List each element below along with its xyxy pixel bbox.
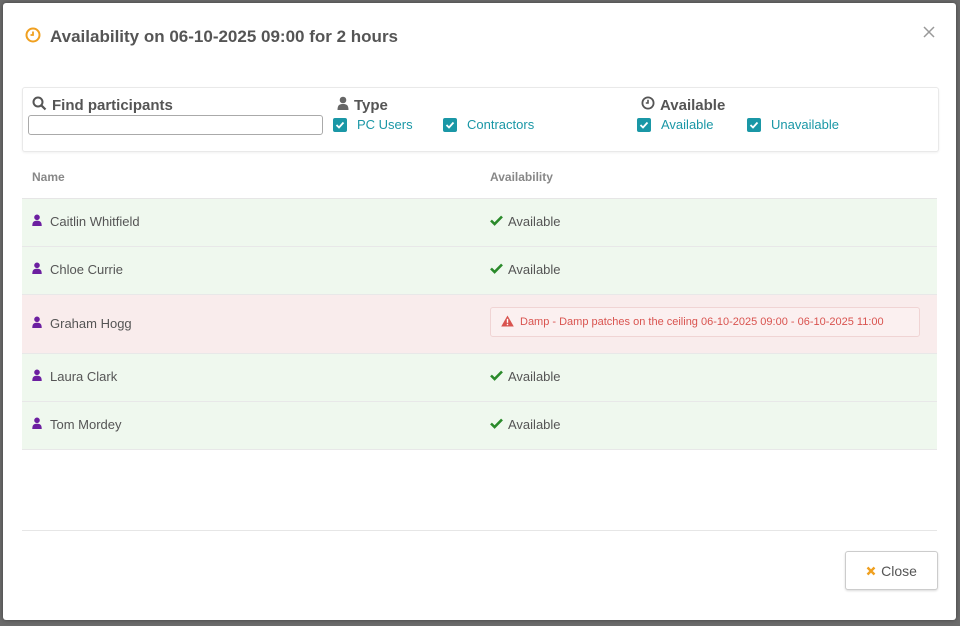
checkbox-pc-users-label: PC Users: [357, 117, 413, 132]
check-icon: [490, 214, 503, 229]
close-button-label: Close: [881, 562, 917, 579]
available-label: Available: [641, 96, 725, 114]
table-row: Caitlin Whitfield Available: [22, 199, 937, 247]
checkbox-unavailable-label: Unavailable: [771, 117, 839, 132]
conflict-text: Damp - Damp patches on the ceiling 06-10…: [520, 316, 884, 328]
user-icon: [32, 214, 42, 229]
participant-name: Chloe Currie: [50, 262, 123, 277]
checkbox-pc-users[interactable]: PC Users: [333, 117, 413, 132]
availability-status: Available: [508, 369, 561, 384]
check-icon: [490, 417, 503, 432]
participant-name: Graham Hogg: [50, 316, 132, 331]
participant-name-cell: Laura Clark: [32, 369, 117, 384]
participant-name: Caitlin Whitfield: [50, 214, 140, 229]
check-icon: [490, 369, 503, 384]
table-header: Name Availability: [22, 161, 937, 199]
clock-icon: [641, 96, 655, 114]
user-icon: [32, 262, 42, 277]
checkbox-available[interactable]: Available: [637, 117, 714, 132]
availability-modal: Availability on 06-10-2025 09:00 for 2 h…: [3, 3, 956, 620]
checkbox-checked-icon: [333, 117, 347, 132]
find-participants-label: Find participants: [32, 96, 173, 115]
table-row: Tom Mordey Available: [22, 402, 937, 450]
table-row: Laura Clark Available: [22, 354, 937, 402]
checkbox-contractors-label: Contractors: [467, 117, 535, 132]
clock-icon: [25, 27, 41, 48]
type-label: Type: [337, 96, 388, 114]
close-button[interactable]: Close: [845, 551, 938, 590]
checkbox-checked-icon: [747, 117, 761, 132]
availability-cell: Available: [490, 262, 561, 277]
participant-name-cell: Caitlin Whitfield: [32, 214, 140, 229]
find-participants-text: Find participants: [52, 97, 173, 114]
checkbox-unavailable[interactable]: Unavailable: [747, 117, 839, 132]
user-icon: [32, 369, 42, 384]
availability-status: Available: [508, 262, 561, 277]
availability-cell: Available: [490, 417, 561, 432]
participant-name-cell: Tom Mordey: [32, 417, 122, 432]
availability-status: Available: [508, 214, 561, 229]
user-icon: [337, 96, 349, 114]
find-participants-input[interactable]: [28, 115, 323, 135]
checkbox-checked-icon: [637, 117, 651, 132]
column-header-availability: Availability: [490, 170, 553, 184]
participant-name: Laura Clark: [50, 369, 118, 384]
conflict-alert: Damp - Damp patches on the ceiling 06-10…: [490, 307, 920, 337]
participant-name: Tom Mordey: [50, 417, 122, 432]
availability-cell: Available: [490, 369, 561, 384]
user-icon: [32, 316, 42, 331]
footer-divider: [22, 530, 937, 531]
modal-title: Availability on 06-10-2025 09:00 for 2 h…: [25, 26, 398, 48]
checkbox-available-label: Available: [661, 117, 714, 132]
availability-status: Available: [508, 417, 561, 432]
availability-cell: Available: [490, 214, 561, 229]
table-row: Chloe Currie Available: [22, 247, 937, 295]
warning-icon: [501, 315, 514, 330]
type-label-text: Type: [354, 96, 388, 114]
close-icon: [866, 563, 876, 579]
modal-title-text: Availability on 06-10-2025 09:00 for 2 h…: [50, 27, 399, 46]
check-icon: [490, 262, 503, 277]
checkbox-checked-icon: [443, 117, 457, 132]
search-icon: [32, 96, 47, 115]
table-row: Graham Hogg Damp - Damp patches on the c…: [22, 295, 937, 354]
column-header-name: Name: [32, 170, 65, 184]
checkbox-contractors[interactable]: Contractors: [443, 117, 534, 132]
user-icon: [32, 417, 42, 432]
filter-panel: Find participants Type PC Users Contract…: [22, 87, 939, 152]
participant-name-cell: Graham Hogg: [32, 316, 132, 331]
modal-close-icon[interactable]: [920, 23, 938, 41]
available-label-text: Available: [660, 96, 726, 114]
participant-name-cell: Chloe Currie: [32, 262, 123, 277]
